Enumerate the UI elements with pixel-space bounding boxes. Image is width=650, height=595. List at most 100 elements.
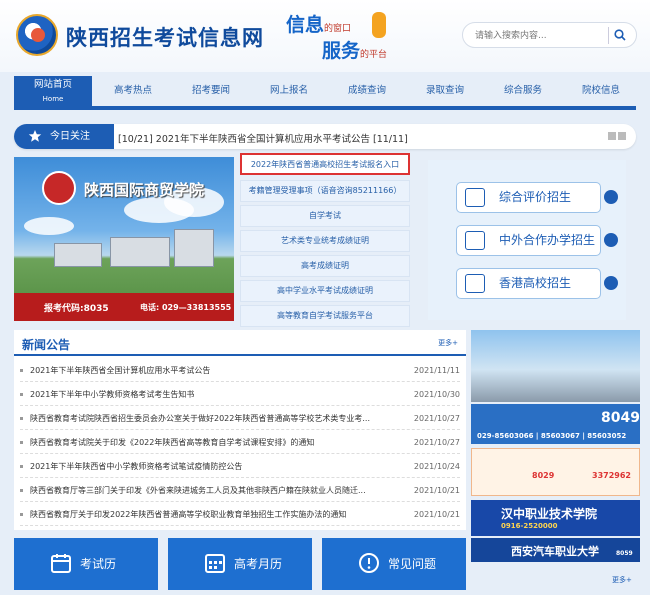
notice-heading-label: 今日关注	[50, 131, 90, 142]
quick-link-hs-scores[interactable]: 高中学业水平考试成绩证明	[240, 280, 410, 302]
nav-services[interactable]: 综合服务	[494, 76, 552, 106]
ad-school-4[interactable]: 西安汽车职业大学 8059	[471, 538, 640, 562]
faq-label: 常见问题	[388, 557, 437, 571]
prev-icon[interactable]	[608, 132, 616, 140]
banner-code: 报考代码:8035	[44, 304, 109, 314]
promo-hongkong[interactable]: 香港高校招生	[456, 268, 618, 299]
ad-3-phone: 0916-2520000	[501, 522, 558, 530]
search-icon	[614, 29, 626, 41]
gaokao-calendar-button[interactable]: 高考月历	[168, 538, 312, 590]
faq-button[interactable]: 常见问题	[322, 538, 466, 590]
ad-campus-photo[interactable]	[471, 330, 640, 402]
news-row-title[interactable]: 陕西省教育考试院关于印发《2022年陕西省高等教育自学考试课程安排》的通知	[30, 432, 314, 454]
arrow-icon	[604, 276, 618, 290]
main-nav: 网站首页 Home 高考热点 招考要闻 网上报名 成绩查询 录取查询 综合服务 院…	[14, 76, 636, 106]
slogan-line-2: 服务的平台	[322, 36, 387, 63]
news-more-link[interactable]: 更多+	[438, 338, 458, 348]
banner-info-strip: 报考代码:8035 电话: 029—33813555	[14, 293, 234, 321]
news-title: 新闻公告	[22, 338, 71, 352]
news-row-title[interactable]: 陕西省教育厅关于印发2022年陕西省普通高等学校职业教育单独招生工作实施办法的通…	[30, 504, 346, 526]
nav-colleges[interactable]: 院校信息	[572, 76, 630, 106]
nav-home-sub: Home	[42, 95, 64, 103]
nav-registration[interactable]: 网上报名	[260, 76, 318, 106]
nav-admission-query[interactable]: 录取查询	[416, 76, 474, 106]
calendar-icon	[51, 554, 71, 573]
notice-link[interactable]: [10/21] 2021年下半年陕西省全国计算机应用水平考试公告 [11/11]	[118, 131, 408, 145]
gaokao-calendar-label: 高考月历	[234, 557, 283, 571]
news-row[interactable]: 2021年下半年中小学教师资格考试考生告知书 2021/10/30	[20, 384, 460, 406]
news-row-date: 2021/10/24	[413, 462, 460, 471]
slogan-2-main: 服务	[322, 40, 361, 62]
notice-pager	[606, 132, 626, 143]
news-row-date: 2021/10/21	[413, 510, 460, 519]
ad-school-2[interactable]: 8029 3372962	[471, 448, 640, 496]
ad-3-name: 汉中职业技术学院	[501, 507, 598, 521]
slogan-1-main: 信息	[286, 14, 325, 36]
ad-2-phone: 3372962	[592, 471, 631, 480]
news-row[interactable]: 2021年下半年陕西省中小学教师资格考试笔试疫情防控公告 2021/10/24	[20, 456, 460, 478]
promo-sino-foreign-label: 中外合作办学招生	[499, 233, 596, 247]
logo-flower-icon	[31, 28, 45, 42]
nav-gaokao-hot[interactable]: 高考热点	[104, 76, 162, 106]
banner-school-name: 陕西国际商贸学院	[84, 181, 205, 199]
today-notice-bar: 今日关注 [10/21] 2021年下半年陕西省全国计算机应用水平考试公告 [1…	[14, 124, 636, 149]
news-row-title[interactable]: 2021年下半年陕西省全国计算机应用水平考试公告	[30, 360, 210, 382]
quick-link-self-study-platform[interactable]: 高等教育自学考试服务平台	[240, 305, 410, 327]
alert-icon	[359, 553, 379, 573]
news-panel: 新闻公告 更多+ 2021年下半年陕西省全国计算机应用水平考试公告 2021/11…	[14, 330, 466, 530]
ad-1-phone: 029-85603066 | 85603067 | 85603052	[477, 432, 627, 440]
news-row[interactable]: 陕西省教育考试院关于印发《2022年陕西省高等教育自学考试课程安排》的通知 202…	[20, 432, 460, 454]
ad-1-code: 8049	[601, 410, 640, 426]
nav-home[interactable]: 网站首页 Home	[14, 76, 92, 106]
next-icon[interactable]	[618, 132, 626, 140]
ad-4-name: 西安汽车职业大学	[511, 545, 599, 558]
quick-link-art-scores[interactable]: 艺术类专业统考成绩证明	[240, 230, 410, 252]
news-row-date: 2021/10/21	[413, 486, 460, 495]
site-logo[interactable]	[16, 14, 58, 56]
ad-2-code: 8029	[532, 471, 555, 480]
exam-calendar-label: 考试历	[80, 557, 117, 571]
side-ads: 8049 029-85603066 | 85603067 | 85603052 …	[471, 330, 640, 562]
news-row[interactable]: 2021年下半年陕西省全国计算机应用水平考试公告 2021/11/11	[20, 360, 460, 382]
ad-school-3[interactable]: 汉中职业技术学院 0916-2520000	[471, 500, 640, 536]
quick-link-gaokao-scores[interactable]: 高考成绩证明	[240, 255, 410, 277]
school-emblem-icon	[42, 171, 76, 205]
nav-news[interactable]: 招考要闻	[182, 76, 240, 106]
header: 陕西招生考试信息网 信息的窗口 服务的平台	[0, 0, 650, 72]
promo-sino-foreign[interactable]: 中外合作办学招生	[456, 225, 618, 256]
promo-comprehensive[interactable]: 综合评价招生	[456, 182, 618, 213]
document-icon	[465, 274, 485, 293]
quick-link-registration[interactable]: 2022年陕西省普通高校招生考试报名入口	[240, 153, 410, 175]
promo-comprehensive-label: 综合评价招生	[499, 190, 572, 204]
side-more-link[interactable]: 更多+	[612, 575, 632, 585]
slogan-2-sub: 的平台	[360, 50, 388, 60]
quick-link-records[interactable]: 考籍管理受理事项（语音咨询85211166）	[240, 180, 410, 202]
banner-tel: 电话: 029—33813555	[140, 303, 232, 312]
news-row[interactable]: 陕西省教育厅等三部门关于印发《外省来陕进城务工人员及其他非陕西户籍在陕就业人员随…	[20, 480, 460, 502]
admission-promos: 综合评价招生 中外合作办学招生 香港高校招生	[428, 160, 626, 320]
news-row-title[interactable]: 2021年下半年中小学教师资格考试考生告知书	[30, 384, 194, 406]
search-box	[462, 22, 637, 48]
exam-calendar-button[interactable]: 考试历	[14, 538, 158, 590]
nav-score-query[interactable]: 成绩查询	[338, 76, 396, 106]
slogan-seal-icon	[372, 12, 386, 38]
arrow-icon	[604, 190, 618, 204]
ad-4-code: 8059	[616, 550, 633, 557]
news-row-date: 2021/10/27	[413, 438, 460, 447]
search-input[interactable]	[475, 28, 600, 43]
news-row-title[interactable]: 陕西省教育厅等三部门关于印发《外省来陕进城务工人员及其他非陕西户籍在陕就业人员随…	[30, 480, 366, 502]
news-row-title[interactable]: 2021年下半年陕西省中小学教师资格考试笔试疫情防控公告	[30, 456, 242, 478]
news-row[interactable]: 陕西省教育考试院陕西省招生委员会办公室关于做好2022年陕西省普通高等学校艺术类…	[20, 408, 460, 430]
school-banner[interactable]: 陕西国际商贸学院 报考代码:8035 电话: 029—33813555	[14, 157, 234, 321]
nav-home-label: 网站首页	[33, 79, 72, 90]
quick-link-self-study[interactable]: 自学考试	[240, 205, 410, 227]
document-icon	[465, 188, 485, 207]
search-button[interactable]	[608, 27, 630, 44]
news-row-title[interactable]: 陕西省教育考试院陕西省招生委员会办公室关于做好2022年陕西省普通高等学校艺术类…	[30, 408, 370, 430]
document-icon	[465, 231, 485, 250]
promo-hongkong-label: 香港高校招生	[499, 276, 572, 290]
ad-school-1[interactable]: 8049 029-85603066 | 85603067 | 85603052	[471, 404, 640, 444]
news-row-date: 2021/10/30	[413, 390, 460, 399]
news-row[interactable]: 陕西省教育厅关于印发2022年陕西省普通高等学校职业教育单独招生工作实施办法的通…	[20, 504, 460, 526]
news-divider	[14, 354, 466, 356]
